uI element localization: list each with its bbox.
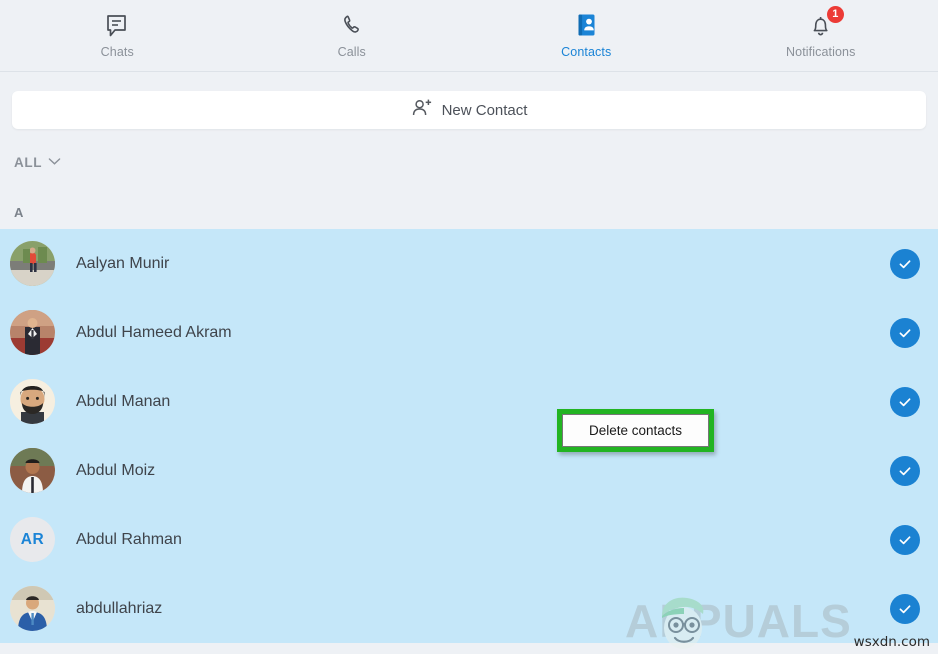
contact-selected-check-icon[interactable]: [890, 248, 920, 279]
chevron-down-icon: [48, 153, 61, 171]
contact-name: Abdul Rahman: [76, 530, 182, 548]
contacts-filter-dropdown[interactable]: ALL: [0, 129, 68, 171]
contact-name: Abdul Manan: [76, 392, 171, 410]
contact-name: Abdul Moiz: [76, 461, 156, 479]
avatar[interactable]: [10, 586, 55, 631]
avatar[interactable]: [10, 379, 55, 424]
contact-name: abdullahriaz: [76, 599, 163, 617]
nav-tab-notifications[interactable]: 1 Notifications: [704, 0, 938, 72]
delete-contacts-tooltip[interactable]: Delete contacts: [562, 414, 710, 447]
contact-name: Aalyan Munir: [76, 254, 170, 272]
avatar-photo-icon: [10, 310, 55, 355]
person-add-icon: [411, 98, 433, 123]
annotation-highlight-box: Delete contacts: [557, 409, 715, 452]
table-row[interactable]: Abdul Hameed Akram: [0, 298, 938, 367]
site-watermark: wsxdn.com: [853, 634, 930, 650]
phone-icon: [340, 12, 363, 40]
table-row[interactable]: Abdul Moiz: [0, 436, 938, 505]
contacts-list: Aalyan Munir Abdul Hameed Akram Abdul Ma…: [0, 229, 938, 643]
nav-tab-contacts[interactable]: Contacts: [469, 0, 704, 72]
avatar-photo-icon: [10, 379, 55, 424]
nav-tab-calls[interactable]: Calls: [235, 0, 470, 72]
section-header-a: A: [0, 195, 938, 229]
avatar-photo-icon: [10, 586, 55, 631]
contact-selected-check-icon[interactable]: [890, 593, 920, 624]
avatar[interactable]: [10, 310, 55, 355]
contacts-book-icon: [575, 12, 598, 40]
contact-name: Abdul Hameed Akram: [76, 323, 232, 341]
contact-selected-check-icon[interactable]: [890, 317, 920, 348]
nav-tab-notifications-label: Notifications: [786, 45, 856, 59]
avatar-photo-icon: [10, 448, 55, 493]
new-contact-label: New Contact: [441, 101, 528, 119]
avatar[interactable]: [10, 241, 55, 286]
chat-icon: [106, 12, 129, 40]
new-contact-button[interactable]: New Contact: [12, 91, 926, 129]
avatar-photo-icon: [10, 241, 55, 286]
nav-tab-chats-label: Chats: [100, 45, 134, 59]
contacts-filter-label: ALL: [14, 154, 43, 170]
table-row[interactable]: AR Abdul Rahman: [0, 505, 938, 574]
avatar[interactable]: [10, 448, 55, 493]
main-navigation-bar: Chats Calls Contacts 1 Notifications: [0, 0, 938, 72]
nav-tab-chats[interactable]: Chats: [0, 0, 235, 72]
contact-selected-check-icon[interactable]: [890, 386, 920, 417]
app-window: Chats Calls Contacts 1 Notifications New…: [0, 0, 938, 654]
nav-tab-contacts-label: Contacts: [561, 45, 612, 59]
bell-icon: 1: [809, 6, 844, 40]
table-row[interactable]: Aalyan Munir: [0, 229, 938, 298]
notifications-badge: 1: [826, 6, 844, 23]
table-row[interactable]: Abdul Manan: [0, 367, 938, 436]
avatar[interactable]: AR: [10, 517, 55, 562]
avatar-initials: AR: [20, 530, 45, 548]
table-row[interactable]: abdullahriaz: [0, 574, 938, 643]
new-contact-area: New Contact: [0, 72, 938, 129]
section-header-letter: A: [14, 204, 24, 220]
nav-tab-calls-label: Calls: [337, 45, 366, 59]
contact-selected-check-icon[interactable]: [890, 524, 920, 555]
contact-selected-check-icon[interactable]: [890, 455, 920, 486]
